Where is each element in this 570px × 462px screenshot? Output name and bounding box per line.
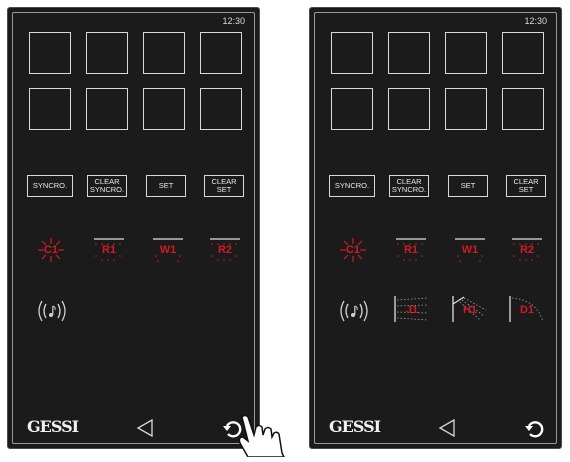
lamp-c1-button[interactable]: C1 [335, 236, 371, 264]
preset-slot-6[interactable] [388, 88, 430, 130]
preset-slot-7[interactable] [143, 88, 185, 130]
preset-slot-3[interactable] [143, 32, 185, 74]
lamp-r1-label: R1 [403, 244, 419, 256]
lamp-c1-button[interactable]: C1 [33, 236, 69, 264]
clock-display: 12:30 [524, 16, 547, 26]
preset-slot-1[interactable] [29, 32, 71, 74]
effect-h1-button[interactable]: H1 [450, 294, 490, 324]
gessi-logo: GESSI [27, 417, 79, 436]
back-button[interactable] [135, 418, 155, 438]
lamp-r1-button[interactable]: R1 [91, 236, 127, 264]
lamp-c1-label: C1 [345, 244, 361, 256]
screen-frame [314, 12, 557, 444]
preset-slot-4[interactable] [200, 32, 242, 74]
effect-d1-button[interactable]: D1 [507, 294, 547, 324]
back-triangle-icon [136, 418, 153, 438]
music-note-icon [340, 300, 368, 322]
clear-set-button[interactable]: CLEAR SET [204, 175, 244, 197]
syncro-button[interactable]: SYNCRO. [27, 175, 73, 197]
preset-slot-1[interactable] [331, 32, 373, 74]
preset-slot-6[interactable] [86, 88, 128, 130]
music-button[interactable] [35, 298, 69, 324]
lamp-r2-label: R2 [519, 244, 535, 256]
syncro-button[interactable]: SYNCRO. [329, 175, 375, 197]
lamp-r1-label: R1 [101, 244, 117, 256]
clear-syncro-button[interactable]: CLEAR SYNCRO. [87, 175, 127, 197]
effect-d1-label: D1 [519, 304, 535, 316]
music-note-icon [38, 300, 66, 322]
preset-slot-2[interactable] [388, 32, 430, 74]
lamp-r2-label: R2 [217, 244, 233, 256]
preset-slot-8[interactable] [200, 88, 242, 130]
lamp-c1-label: C1 [43, 244, 59, 256]
undo-arrow-icon [525, 421, 544, 438]
control-panel-right: 12:30 SYNCRO. CLEAR SYNCRO. SET CLEAR SE… [309, 7, 562, 449]
effect-h1-label: H1 [462, 304, 478, 316]
preset-slot-2[interactable] [86, 32, 128, 74]
preset-slot-8[interactable] [502, 88, 544, 130]
preset-slot-4[interactable] [502, 32, 544, 74]
gessi-logo: GESSI [329, 417, 381, 436]
back-button[interactable] [437, 418, 457, 438]
screen-frame [12, 12, 255, 444]
lamp-r2-button[interactable]: R2 [509, 236, 545, 264]
preset-slot-3[interactable] [445, 32, 487, 74]
preset-slot-7[interactable] [445, 88, 487, 130]
music-button[interactable] [337, 298, 371, 324]
lamp-w1-label: W1 [159, 244, 177, 256]
lamp-w1-button[interactable]: W1 [452, 236, 488, 264]
preset-slot-5[interactable] [29, 88, 71, 130]
set-button[interactable]: SET [146, 175, 186, 197]
lamp-w1-label: W1 [461, 244, 479, 256]
lamp-w1-button[interactable]: W1 [150, 236, 186, 264]
effect-j1-label: J1 [405, 304, 419, 316]
undo-button[interactable] [524, 418, 544, 438]
clear-set-button[interactable]: CLEAR SET [506, 175, 546, 197]
lamp-r1-button[interactable]: R1 [393, 236, 429, 264]
set-button[interactable]: SET [448, 175, 488, 197]
control-panel-left: 12:30 SYNCRO. CLEAR SYNCRO. SET CLEAR SE… [7, 7, 260, 449]
effect-j1-button[interactable]: J1 [392, 294, 432, 324]
lamp-r2-button[interactable]: R2 [207, 236, 243, 264]
back-triangle-icon [438, 418, 455, 438]
clear-syncro-button[interactable]: CLEAR SYNCRO. [389, 175, 429, 197]
pointing-hand-icon [232, 413, 288, 458]
clock-display: 12:30 [222, 16, 245, 26]
preset-slot-5[interactable] [331, 88, 373, 130]
